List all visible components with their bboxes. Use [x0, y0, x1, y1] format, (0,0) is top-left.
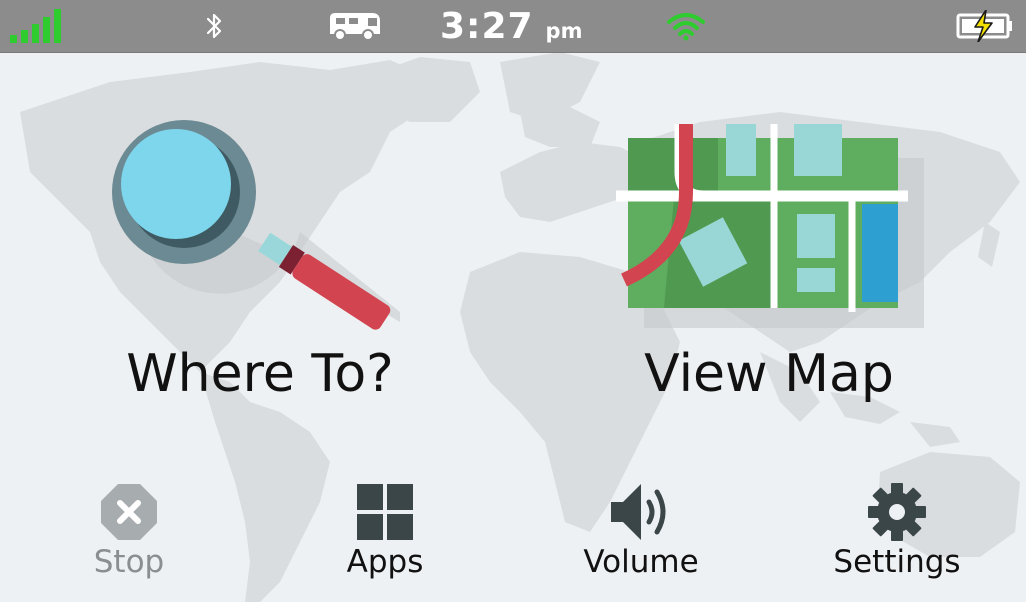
wifi-icon: [666, 0, 706, 52]
volume-button[interactable]: Volume: [541, 476, 741, 596]
magnifying-glass-icon: [112, 120, 400, 330]
where-to-button[interactable]: Where To?: [100, 112, 420, 412]
battery-charging-icon: [956, 0, 1014, 52]
stop-button[interactable]: Stop: [29, 476, 229, 596]
apps-label: Apps: [346, 544, 424, 580]
bluetooth-icon: [200, 0, 230, 52]
apps-button[interactable]: Apps: [285, 476, 485, 596]
volume-label: Volume: [583, 544, 699, 580]
gear-icon: [868, 483, 926, 541]
stop-label: Stop: [93, 544, 165, 580]
stop-x-icon: [101, 484, 157, 540]
apps-grid-icon: [357, 484, 413, 540]
clock-ampm: pm: [545, 19, 583, 43]
status-bar: 3:27 pm: [0, 0, 1026, 52]
speaker-icon: [611, 484, 666, 540]
where-to-label: Where To?: [126, 344, 394, 404]
clock: 3:27 pm: [440, 0, 590, 52]
clock-time: 3:27: [440, 5, 534, 47]
signal-bars-icon: [10, 0, 68, 52]
rv-camper-icon: [328, 0, 382, 52]
device-screen: 3:27 pm Where To? View Map Stop Apps Vol…: [0, 0, 1026, 602]
view-map-button[interactable]: View Map: [604, 112, 934, 412]
settings-label: Settings: [833, 544, 961, 580]
view-map-label: View Map: [644, 344, 894, 404]
map-icon: [616, 124, 924, 328]
settings-button[interactable]: Settings: [797, 476, 997, 596]
